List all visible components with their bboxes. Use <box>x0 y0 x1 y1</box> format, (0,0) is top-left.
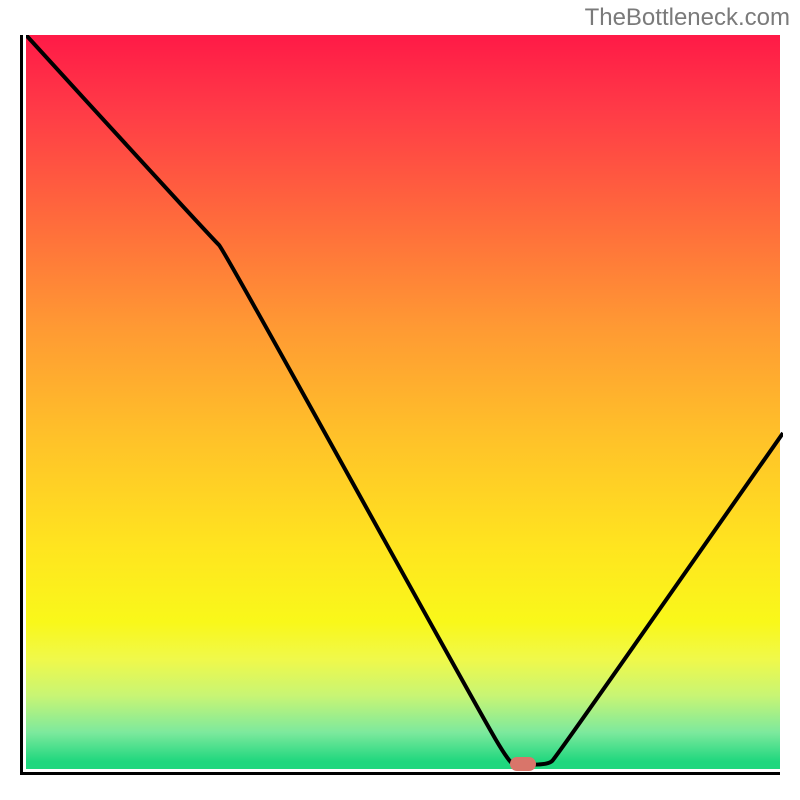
gradient-background <box>26 35 780 769</box>
attribution-text: TheBottleneck.com <box>585 4 790 32</box>
optimal-point-marker <box>510 757 536 771</box>
plot-area <box>20 35 780 775</box>
